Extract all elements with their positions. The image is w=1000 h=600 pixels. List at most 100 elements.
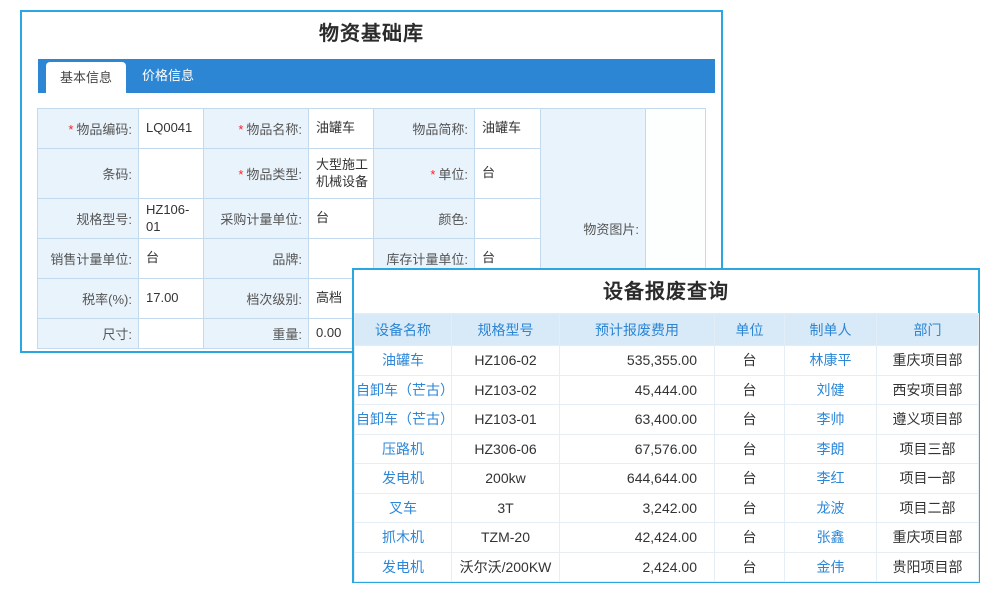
tab-basic-info[interactable]: 基本信息 (46, 62, 126, 93)
required-asterisk: * (430, 167, 435, 182)
unit: 台 (715, 464, 785, 494)
equipment-name-link[interactable]: 油罐车 (355, 346, 452, 376)
table-row: 抓木机TZM-2042,424.00台张鑫重庆项目部 (355, 523, 979, 553)
creator-link[interactable]: 金伟 (785, 552, 877, 582)
scrap-cost: 67,576.00 (560, 434, 715, 464)
creator-link[interactable]: 李红 (785, 464, 877, 494)
table-row: 叉车3T3,242.00台龙波项目二部 (355, 493, 979, 523)
department: 遵义项目部 (877, 405, 979, 435)
page-title: 物资基础库 (22, 21, 721, 47)
field-value[interactable]: 台 (139, 239, 204, 279)
field-label: 规格型号: (38, 199, 139, 239)
field-label: 档次级别: (204, 279, 309, 319)
creator-link[interactable]: 龙波 (785, 493, 877, 523)
field-label: *单位: (374, 149, 475, 199)
column-header: 制单人 (785, 314, 877, 346)
table-row: 自卸车（芒古）HZ103-0163,400.00台李帅遵义项目部 (355, 405, 979, 435)
field-value[interactable]: 台 (475, 149, 541, 199)
spec-model: 200kw (452, 464, 560, 494)
field-value[interactable]: HZ106-01 (139, 199, 204, 239)
creator-link[interactable]: 刘健 (785, 375, 877, 405)
required-asterisk: * (68, 122, 73, 137)
field-value[interactable]: 台 (309, 199, 374, 239)
field-label: 税率(%): (38, 279, 139, 319)
spec-model: 沃尔沃/200KW (452, 552, 560, 582)
field-label: 物品简称: (374, 109, 475, 149)
field-value[interactable] (139, 319, 204, 349)
scrap-cost: 42,424.00 (560, 523, 715, 553)
spec-model: 3T (452, 493, 560, 523)
tab-price-info[interactable]: 价格信息 (126, 59, 210, 93)
department: 重庆项目部 (877, 346, 979, 376)
unit: 台 (715, 552, 785, 582)
field-value[interactable] (139, 149, 204, 199)
field-label: 重量: (204, 319, 309, 349)
column-header: 预计报废费用 (560, 314, 715, 346)
field-label: *物品类型: (204, 149, 309, 199)
department: 项目三部 (877, 434, 979, 464)
equipment-name-link[interactable]: 叉车 (355, 493, 452, 523)
field-label: *物品编码: (38, 109, 139, 149)
scrap-cost: 535,355.00 (560, 346, 715, 376)
field-label: 颜色: (374, 199, 475, 239)
equipment-name-link[interactable]: 压路机 (355, 434, 452, 464)
unit: 台 (715, 405, 785, 435)
creator-link[interactable]: 张鑫 (785, 523, 877, 553)
required-asterisk: * (238, 122, 243, 137)
scrap-cost: 644,644.00 (560, 464, 715, 494)
spec-model: TZM-20 (452, 523, 560, 553)
column-header: 部门 (877, 314, 979, 346)
scrap-cost: 3,242.00 (560, 493, 715, 523)
unit: 台 (715, 493, 785, 523)
table-row: 油罐车HZ106-02535,355.00台林康平重庆项目部 (355, 346, 979, 376)
spec-model: HZ103-02 (452, 375, 560, 405)
equipment-name-link[interactable]: 自卸车（芒古） (355, 375, 452, 405)
scrap-cost: 2,424.00 (560, 552, 715, 582)
column-header: 单位 (715, 314, 785, 346)
field-label: 品牌: (204, 239, 309, 279)
field-label: 采购计量单位: (204, 199, 309, 239)
unit: 台 (715, 375, 785, 405)
field-value[interactable]: 17.00 (139, 279, 204, 319)
equipment-name-link[interactable]: 自卸车（芒古） (355, 405, 452, 435)
table-row: 自卸车（芒古）HZ103-0245,444.00台刘健西安项目部 (355, 375, 979, 405)
spec-model: HZ106-02 (452, 346, 560, 376)
department: 西安项目部 (877, 375, 979, 405)
scrap-query-table: 设备名称规格型号预计报废费用单位制单人部门 油罐车HZ106-02535,355… (354, 313, 979, 582)
required-asterisk: * (238, 167, 243, 182)
scrap-query-title: 设备报废查询 (354, 279, 978, 305)
spec-model: HZ103-01 (452, 405, 560, 435)
equipment-name-link[interactable]: 抓木机 (355, 523, 452, 553)
spec-model: HZ306-06 (452, 434, 560, 464)
equipment-name-link[interactable]: 发电机 (355, 464, 452, 494)
table-row: 压路机HZ306-0667,576.00台李朗项目三部 (355, 434, 979, 464)
field-label: 尺寸: (38, 319, 139, 349)
scrap-cost: 45,444.00 (560, 375, 715, 405)
table-row: 发电机沃尔沃/200KW2,424.00台金伟贵阳项目部 (355, 552, 979, 582)
field-label: 销售计量单位: (38, 239, 139, 279)
field-value[interactable]: 油罐车 (475, 109, 541, 149)
department: 贵阳项目部 (877, 552, 979, 582)
department: 项目一部 (877, 464, 979, 494)
creator-link[interactable]: 林康平 (785, 346, 877, 376)
unit: 台 (715, 346, 785, 376)
tab-bar: 基本信息 价格信息 (38, 59, 715, 93)
scrap-query-panel: 设备报废查询 设备名称规格型号预计报废费用单位制单人部门 油罐车HZ106-02… (352, 268, 980, 583)
scrap-cost: 63,400.00 (560, 405, 715, 435)
field-label: 条码: (38, 149, 139, 199)
column-header: 规格型号 (452, 314, 560, 346)
department: 重庆项目部 (877, 523, 979, 553)
equipment-name-link[interactable]: 发电机 (355, 552, 452, 582)
column-header: 设备名称 (355, 314, 452, 346)
field-value[interactable]: LQ0041 (139, 109, 204, 149)
field-value[interactable] (475, 199, 541, 239)
field-value[interactable]: 油罐车 (309, 109, 374, 149)
creator-link[interactable]: 李朗 (785, 434, 877, 464)
department: 项目二部 (877, 493, 979, 523)
form-row: *物品编码:LQ0041*物品名称:油罐车物品简称:油罐车物资图片: (38, 109, 706, 149)
unit: 台 (715, 434, 785, 464)
unit: 台 (715, 523, 785, 553)
table-row: 发电机200kw644,644.00台李红项目一部 (355, 464, 979, 494)
creator-link[interactable]: 李帅 (785, 405, 877, 435)
field-value[interactable]: 大型施工机械设备 (309, 149, 374, 199)
